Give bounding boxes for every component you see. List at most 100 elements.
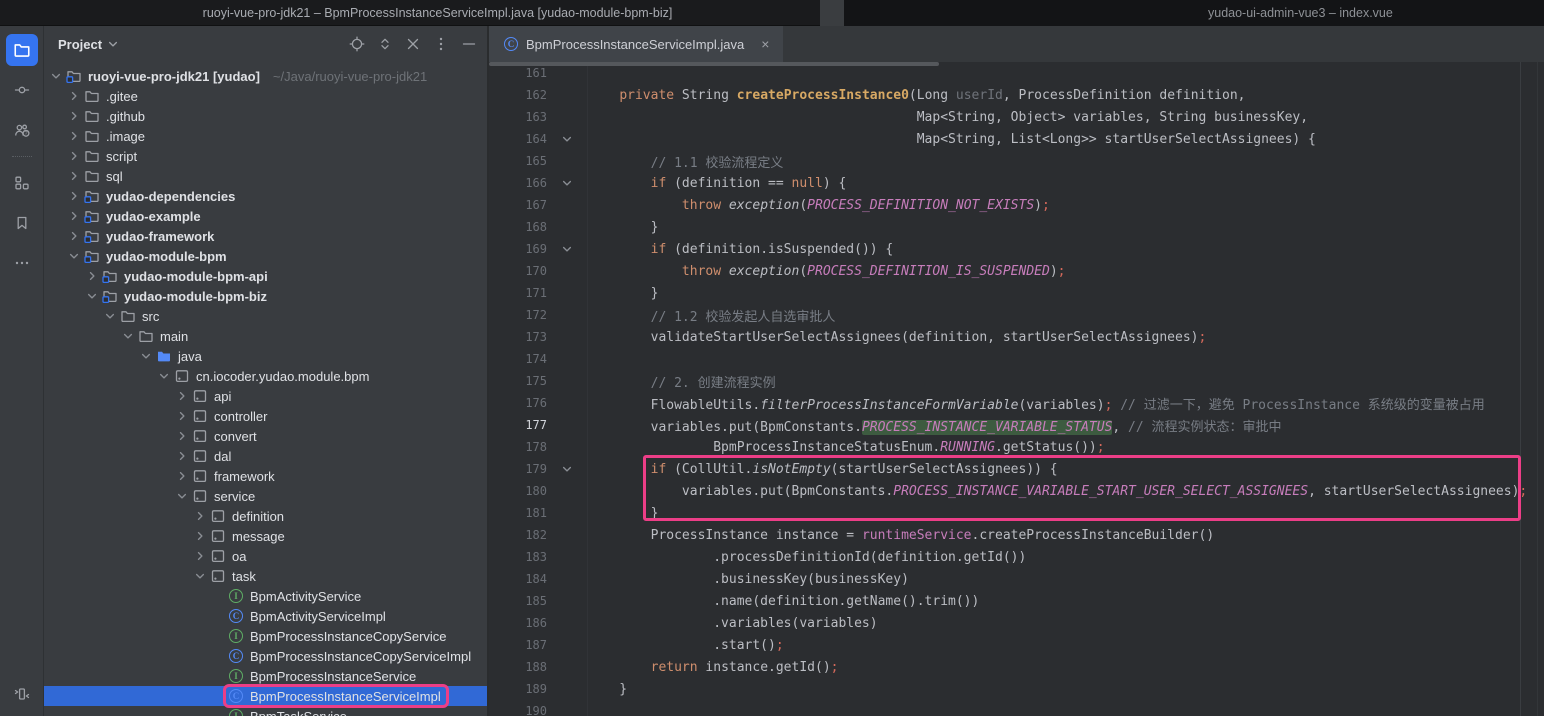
code-line[interactable]: 171 } (489, 282, 1544, 304)
code-line[interactable]: 180 variables.put(BpmConstants.PROCESS_I… (489, 480, 1544, 502)
chevron-down-icon[interactable] (138, 348, 154, 364)
line-number[interactable]: 162 (489, 88, 547, 102)
line-number[interactable]: 177 (489, 418, 547, 432)
close-icon[interactable]: × (761, 36, 769, 52)
tree-item[interactable]: yudao-module-bpm-biz (44, 286, 487, 306)
code-line[interactable]: 173 validateStartUserSelectAssignees(def… (489, 326, 1544, 348)
tree-item[interactable]: yudao-framework (44, 226, 487, 246)
bookmarks-icon[interactable] (6, 207, 38, 239)
tree-item[interactable]: api (44, 386, 487, 406)
tree-item[interactable]: ruoyi-vue-pro-jdk21 [yudao]~/Java/ruoyi-… (44, 66, 487, 86)
chevron-right-icon[interactable] (66, 228, 82, 244)
tree-item[interactable]: message (44, 526, 487, 546)
tree-item[interactable]: main (44, 326, 487, 346)
expand-all-icon[interactable] (377, 36, 393, 52)
tree-item[interactable]: definition (44, 506, 487, 526)
collapse-all-icon[interactable] (405, 36, 421, 52)
fold-arrow-icon[interactable] (547, 458, 588, 480)
code-line[interactable]: 190 (489, 700, 1544, 716)
options-icon[interactable] (433, 36, 449, 52)
code-line[interactable]: 185 .name(definition.getName().trim()) (489, 590, 1544, 612)
chevron-right-icon[interactable] (192, 528, 208, 544)
chevron-right-icon[interactable] (66, 188, 82, 204)
tree-item[interactable]: convert (44, 426, 487, 446)
line-number[interactable]: 163 (489, 110, 547, 124)
code-line[interactable]: 179 if (CollUtil.isNotEmpty(startUserSel… (489, 458, 1544, 480)
tree-item[interactable]: src (44, 306, 487, 326)
chevron-right-icon[interactable] (66, 88, 82, 104)
line-number[interactable]: 171 (489, 286, 547, 300)
chevron-right-icon[interactable] (174, 468, 190, 484)
chevron-down-icon[interactable] (174, 488, 190, 504)
code-line[interactable]: 172 // 1.2 校验发起人自选审批人 (489, 304, 1544, 326)
chevron-down-icon[interactable] (84, 288, 100, 304)
line-number[interactable]: 184 (489, 572, 547, 586)
chevron-right-icon[interactable] (66, 108, 82, 124)
code-with-me-icon[interactable]: ? (6, 114, 38, 146)
line-number[interactable]: 172 (489, 308, 547, 322)
tree-item[interactable]: yudao-dependencies (44, 186, 487, 206)
tree-item[interactable]: java (44, 346, 487, 366)
fold-arrow-icon[interactable] (547, 128, 588, 150)
chevron-right-icon[interactable] (174, 388, 190, 404)
chevron-down-icon[interactable] (107, 38, 119, 50)
horizontal-scrollbar[interactable] (489, 62, 939, 66)
line-number[interactable]: 181 (489, 506, 547, 520)
commit-icon[interactable] (6, 74, 38, 106)
code-line[interactable]: 183 .processDefinitionId(definition.getI… (489, 546, 1544, 568)
line-number[interactable]: 167 (489, 198, 547, 212)
line-number[interactable]: 187 (489, 638, 547, 652)
tree-item[interactable]: .github (44, 106, 487, 126)
tree-item[interactable]: IBpmProcessInstanceService (44, 666, 487, 686)
chevron-right-icon[interactable] (174, 408, 190, 424)
line-number[interactable]: 188 (489, 660, 547, 674)
chevron-right-icon[interactable] (66, 128, 82, 144)
code-line[interactable]: 177 variables.put(BpmConstants.PROCESS_I… (489, 414, 1544, 436)
chevron-right-icon[interactable] (66, 208, 82, 224)
line-number[interactable]: 169 (489, 242, 547, 256)
tree-item[interactable]: IBpmTaskService (44, 706, 487, 716)
code-line[interactable]: 164 Map<String, List<Long>> startUserSel… (489, 128, 1544, 150)
chevron-right-icon[interactable] (174, 428, 190, 444)
line-number[interactable]: 174 (489, 352, 547, 366)
chevron-right-icon[interactable] (66, 148, 82, 164)
code-line[interactable]: 174 (489, 348, 1544, 370)
code-line[interactable]: 168 } (489, 216, 1544, 238)
line-number[interactable]: 161 (489, 66, 547, 80)
tree-item[interactable]: framework (44, 466, 487, 486)
tree-item[interactable]: CBpmActivityServiceImpl (44, 606, 487, 626)
tree-item[interactable]: script (44, 146, 487, 166)
chevron-right-icon[interactable] (174, 448, 190, 464)
code-line[interactable]: 186 .variables(variables) (489, 612, 1544, 634)
tree-item[interactable]: IBpmProcessInstanceCopyService (44, 626, 487, 646)
fold-arrow-icon[interactable] (547, 238, 588, 260)
code-line[interactable]: 189 } (489, 678, 1544, 700)
tool-windows-icon[interactable] (6, 678, 38, 710)
more-icon[interactable] (6, 247, 38, 279)
tab-bpmprocessinstanceserviceimpl[interactable]: C BpmProcessInstanceServiceImpl.java × (489, 26, 783, 62)
chevron-down-icon[interactable] (120, 328, 136, 344)
tree-item[interactable]: sql (44, 166, 487, 186)
line-number[interactable]: 185 (489, 594, 547, 608)
line-number[interactable]: 183 (489, 550, 547, 564)
code-editor[interactable]: 161 162 private String createProcessInsta… (489, 62, 1544, 716)
code-line[interactable]: 162 private String createProcessInstance… (489, 84, 1544, 106)
line-number[interactable]: 165 (489, 154, 547, 168)
tree-item[interactable]: CBpmProcessInstanceServiceImpl (44, 686, 487, 706)
project-folder-icon[interactable] (6, 34, 38, 66)
tree-item[interactable]: yudao-module-bpm (44, 246, 487, 266)
chevron-down-icon[interactable] (48, 68, 64, 84)
chevron-down-icon[interactable] (102, 308, 118, 324)
tree-item[interactable]: .image (44, 126, 487, 146)
line-number[interactable]: 175 (489, 374, 547, 388)
code-line[interactable]: 169 if (definition.isSuspended()) { (489, 238, 1544, 260)
code-line[interactable]: 165 // 1.1 校验流程定义 (489, 150, 1544, 172)
tree-item[interactable]: dal (44, 446, 487, 466)
code-line[interactable]: 184 .businessKey(businessKey) (489, 568, 1544, 590)
tree-item[interactable]: oa (44, 546, 487, 566)
project-tree[interactable]: ruoyi-vue-pro-jdk21 [yudao]~/Java/ruoyi-… (44, 62, 487, 716)
tree-item[interactable]: .gitee (44, 86, 487, 106)
tree-item[interactable]: cn.iocoder.yudao.module.bpm (44, 366, 487, 386)
hide-icon[interactable] (461, 36, 477, 52)
line-number[interactable]: 189 (489, 682, 547, 696)
